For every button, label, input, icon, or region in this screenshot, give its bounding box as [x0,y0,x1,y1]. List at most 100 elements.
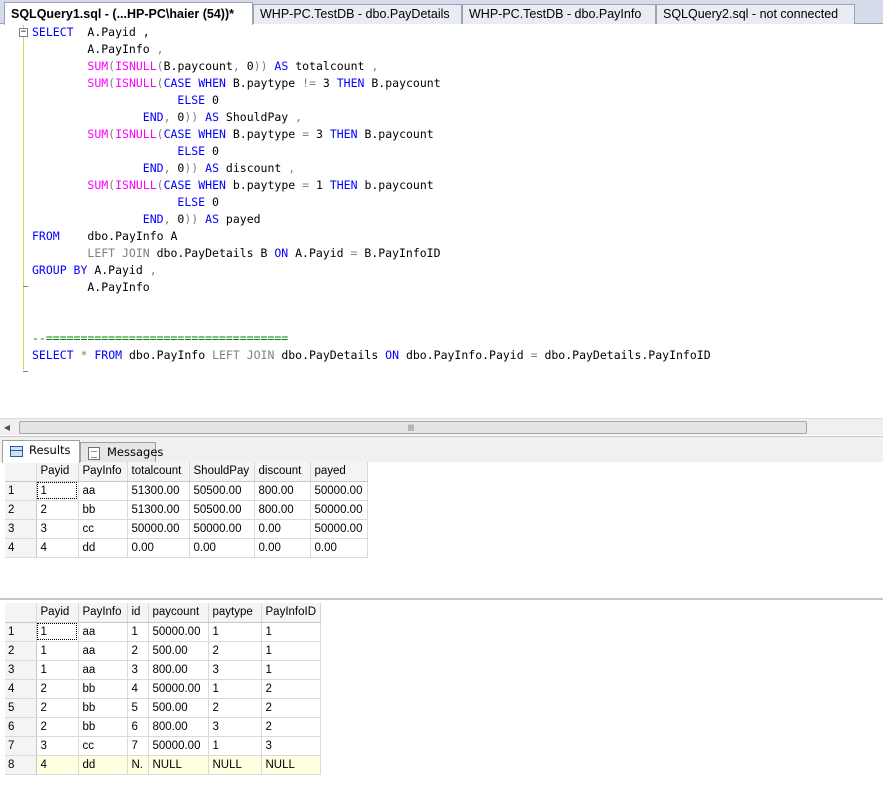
code-line[interactable]: SUM(ISNULL(CASE WHEN B.paytype = 3 THEN … [32,126,711,143]
column-header[interactable]: payed [310,462,368,482]
code-line[interactable]: ELSE 0 [32,92,711,109]
table-cell[interactable]: 2 [261,679,321,699]
column-header[interactable]: Payid [36,603,79,623]
table-row[interactable]: 1 1 aa 51300.00 50500.00 800.00 50000.00 [5,481,368,501]
table-cell[interactable]: 50500.00 [189,500,255,520]
table-cell[interactable]: dd [78,755,128,775]
grid-corner[interactable] [5,603,37,623]
table-cell[interactable]: 2 [261,717,321,737]
row-number[interactable]: 1 [5,481,37,501]
table-cell[interactable]: 1 [36,481,79,501]
table-cell[interactable]: 1 [36,641,79,661]
table-cell[interactable]: 800.00 [148,717,209,737]
table-cell[interactable]: 1 [261,641,321,661]
query-editor[interactable]: − SELECT A.Payid , A.PayInfo , SUM(ISNUL… [0,24,883,418]
row-number[interactable]: 6 [5,717,37,737]
table-cell[interactable]: 50000.00 [127,519,190,539]
table-row[interactable]: 7 3 cc 7 50000.00 1 3 [5,736,321,756]
table-cell[interactable]: bb [78,717,128,737]
table-cell[interactable]: 3 [261,736,321,756]
code-line[interactable] [32,296,711,313]
table-cell[interactable]: 1 [127,622,149,642]
table-cell[interactable]: aa [78,660,128,680]
column-header[interactable]: PayInfoID [261,603,321,623]
table-cell[interactable]: 2 [36,698,79,718]
collapse-icon[interactable]: − [19,28,28,37]
table-cell[interactable]: aa [78,481,128,501]
table-row[interactable]: 3 1 aa 3 800.00 3 1 [5,660,321,680]
table-cell[interactable]: 4 [36,538,79,558]
code-line[interactable]: GROUP BY A.Payid , [32,262,711,279]
table-cell[interactable]: 50000.00 [310,481,368,501]
row-number[interactable]: 7 [5,736,37,756]
code-line[interactable]: SELECT * FROM dbo.PayInfo LEFT JOIN dbo.… [32,347,711,364]
table-row[interactable]: 4 4 dd 0.00 0.00 0.00 0.00 [5,538,368,558]
table-cell[interactable]: 1 [208,622,262,642]
scroll-left-arrow-icon[interactable]: ◀ [2,422,12,433]
table-cell[interactable]: 2 [36,679,79,699]
table-cell[interactable]: 3 [208,660,262,680]
table-row[interactable]: 4 2 bb 4 50000.00 1 2 [5,679,321,699]
result-grid-2[interactable]: Payid PayInfo id paycount paytype PayInfoID 1 1… [5,603,321,775]
table-cell[interactable]: 3 [36,519,79,539]
table-row[interactable]: 6 2 bb 6 800.00 3 2 [5,717,321,737]
table-cell[interactable]: 0.00 [254,538,311,558]
tab-payinfo[interactable]: WHP-PC.TestDB - dbo.PayInfo [462,4,656,24]
column-header[interactable]: totalcount [127,462,190,482]
table-cell[interactable]: 0.00 [189,538,255,558]
tab-paydetails[interactable]: WHP-PC.TestDB - dbo.PayDetails [253,4,462,24]
table-cell[interactable]: bb [78,500,128,520]
table-cell[interactable]: 1 [261,622,321,642]
table-cell[interactable]: 7 [127,736,149,756]
table-row[interactable]: 3 3 cc 50000.00 50000.00 0.00 50000.00 [5,519,368,539]
code-line[interactable]: SUM(ISNULL(CASE WHEN b.paytype = 1 THEN … [32,177,711,194]
table-cell[interactable]: 4 [36,755,79,775]
grid-corner[interactable] [5,462,37,482]
table-cell[interactable]: 2 [261,698,321,718]
column-header[interactable]: Payid [36,462,79,482]
code-line[interactable]: END, 0)) AS ShouldPay , [32,109,711,126]
row-number[interactable]: 8 [5,755,37,775]
table-row[interactable]: 5 2 bb 5 500.00 2 2 [5,698,321,718]
table-cell[interactable]: 3 [36,736,79,756]
table-cell[interactable]: aa [78,622,128,642]
table-cell[interactable]: 51300.00 [127,481,190,501]
result-grid-1[interactable]: Payid PayInfo totalcount ShouldPay discount p… [5,462,368,558]
column-header[interactable]: ShouldPay [189,462,255,482]
table-cell[interactable]: 800.00 [148,660,209,680]
code-line[interactable]: END, 0)) AS discount , [32,160,711,177]
row-number[interactable]: 2 [5,641,37,661]
code-line[interactable]: LEFT JOIN dbo.PayDetails B ON A.Payid = … [32,245,711,262]
table-cell[interactable]: 2 [36,500,79,520]
table-cell[interactable]: 1 [261,660,321,680]
table-cell[interactable]: 51300.00 [127,500,190,520]
table-cell[interactable]: NULL [148,755,209,775]
code-line[interactable]: END, 0)) AS payed [32,211,711,228]
table-cell[interactable]: 50000.00 [189,519,255,539]
editor-horizontal-scrollbar[interactable]: ◀ lll [0,418,883,435]
row-number[interactable]: 4 [5,679,37,699]
row-number[interactable]: 1 [5,622,37,642]
row-number[interactable]: 2 [5,500,37,520]
table-cell[interactable]: cc [78,736,128,756]
table-cell[interactable]: 3 [127,660,149,680]
tab-sqlquery1[interactable]: SQLQuery1.sql - (...HP-PC\haier (54))* [4,2,253,25]
table-row[interactable]: 2 2 bb 51300.00 50500.00 800.00 50000.00 [5,500,368,520]
column-header[interactable]: paycount [148,603,209,623]
row-number[interactable]: 3 [5,519,37,539]
code-line[interactable]: --=================================== [32,330,711,347]
table-cell[interactable]: 0.00 [310,538,368,558]
column-header[interactable]: PayInfo [78,603,128,623]
table-cell[interactable]: 50000.00 [310,519,368,539]
column-header[interactable]: discount [254,462,311,482]
table-cell[interactable]: 500.00 [148,698,209,718]
table-cell[interactable]: 1 [36,622,79,642]
tab-messages[interactable]: Messages [80,442,163,463]
table-cell[interactable]: cc [78,519,128,539]
table-cell[interactable]: 50000.00 [148,736,209,756]
code-line[interactable]: ELSE 0 [32,194,711,211]
code-line[interactable]: A.PayInfo , [32,41,711,58]
table-cell[interactable]: 2 [36,717,79,737]
table-cell[interactable]: 50000.00 [310,500,368,520]
column-header[interactable]: PayInfo [78,462,128,482]
